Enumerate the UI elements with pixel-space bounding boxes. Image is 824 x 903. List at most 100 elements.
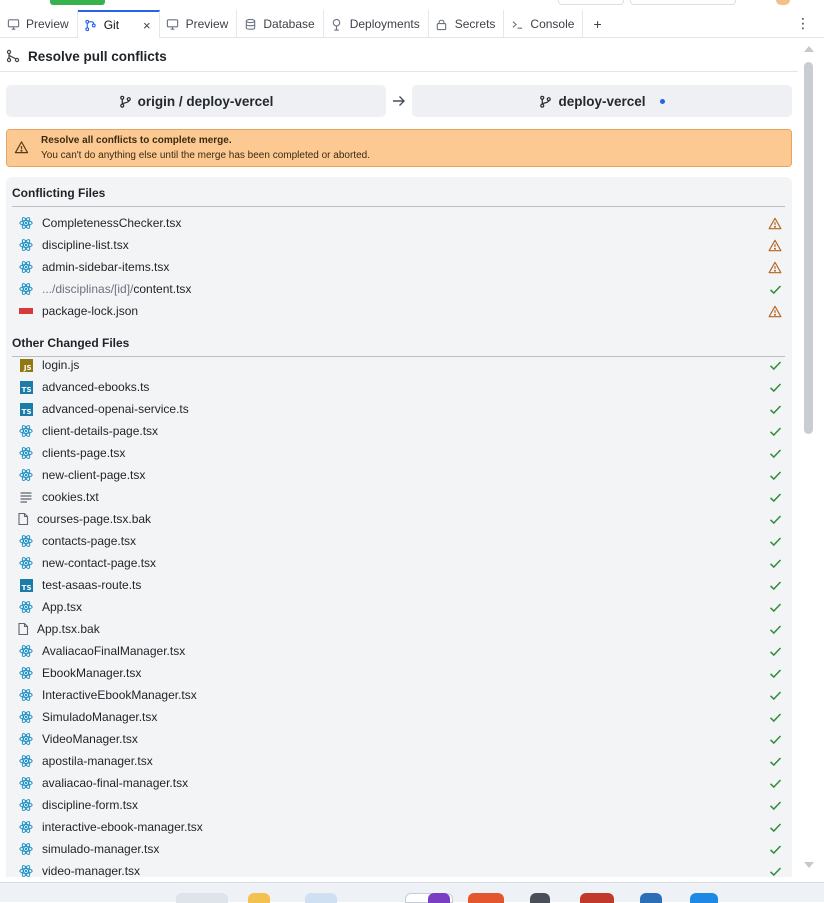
file-name: advanced-openai-service.ts	[42, 402, 767, 416]
page-title: Resolve pull conflicts	[28, 48, 167, 64]
file-name: .../disciplinas/[id]/content.tsx	[42, 282, 767, 296]
file-row[interactable]: video-manager.tsx	[12, 860, 785, 877]
file-row[interactable]: TS advanced-ebooks.ts	[12, 376, 785, 398]
react-file-icon	[19, 282, 33, 296]
lock-icon	[435, 17, 449, 31]
file-row[interactable]: App.tsx	[12, 596, 785, 618]
react-file-icon	[19, 710, 33, 724]
file-row[interactable]: courses-page.tsx.bak	[12, 508, 785, 530]
file-row[interactable]: clients-page.tsx	[12, 442, 785, 464]
react-file-icon	[19, 534, 33, 548]
file-row[interactable]: InteractiveEbookManager.tsx	[12, 684, 785, 706]
tab-git[interactable]: Git ×	[77, 10, 160, 38]
react-file-icon	[19, 842, 33, 856]
file-row[interactable]: interactive-ebook-manager.tsx	[12, 816, 785, 838]
conflicting-files-heading: Conflicting Files	[12, 186, 106, 200]
file-basename: VideoManager.tsx	[42, 732, 138, 746]
tab-label: Secrets	[454, 17, 496, 31]
react-file-icon	[19, 446, 33, 460]
file-row[interactable]: client-details-page.tsx	[12, 420, 785, 442]
react-file-icon	[19, 468, 33, 482]
file-row[interactable]: admin-sidebar-items.tsx	[12, 256, 785, 278]
file-name: App.tsx	[42, 600, 767, 614]
resolved-check-icon	[767, 358, 783, 372]
scrollbar-thumb[interactable]	[804, 62, 813, 434]
file-row[interactable]: avaliacao-final-manager.tsx	[12, 772, 785, 794]
file-row[interactable]: CompletenessChecker.tsx	[12, 212, 785, 234]
tab-label: Preview	[26, 17, 69, 31]
file-row[interactable]: package-lock.json	[12, 300, 785, 322]
ts-file-icon: TS	[19, 380, 33, 394]
file-row[interactable]: SimuladoManager.tsx	[12, 706, 785, 728]
tab-console[interactable]: Console	[504, 10, 584, 38]
file-icon	[16, 622, 30, 636]
file-name: admin-sidebar-items.tsx	[42, 260, 767, 274]
window-top-strip	[0, 0, 824, 6]
file-row[interactable]: contacts-page.tsx	[12, 530, 785, 552]
file-basename: client-details-page.tsx	[42, 424, 159, 438]
file-row[interactable]: TS test-asaas-route.ts	[12, 574, 785, 596]
file-row[interactable]: App.tsx.bak	[12, 618, 785, 640]
resolved-check-icon	[767, 732, 783, 746]
tab-label: Deployments	[349, 17, 420, 31]
close-icon[interactable]: ×	[143, 18, 151, 33]
resolved-check-icon	[767, 688, 783, 702]
arrow-right-icon	[391, 94, 407, 108]
file-row[interactable]: JS login.js	[12, 354, 785, 376]
file-row[interactable]: AvaliacaoFinalManager.tsx	[12, 640, 785, 662]
run-indicator	[50, 0, 105, 5]
file-row[interactable]: EbookManager.tsx	[12, 662, 785, 684]
scroll-up-arrow[interactable]	[804, 46, 814, 52]
file-name: new-contact-page.tsx	[42, 556, 767, 570]
tab-database[interactable]: Database	[237, 10, 324, 38]
file-row[interactable]: TS advanced-openai-service.ts	[12, 398, 785, 420]
file-basename: avaliacao-final-manager.tsx	[42, 776, 189, 790]
file-row[interactable]: discipline-form.tsx	[12, 794, 785, 816]
file-basename: video-manager.tsx	[42, 864, 141, 877]
file-row[interactable]: new-client-page.tsx	[12, 464, 785, 486]
tab-deployments[interactable]: Deployments	[324, 10, 429, 38]
source-branch: origin / deploy-vercel	[6, 85, 386, 117]
react-file-icon	[19, 238, 33, 252]
file-basename: interactive-ebook-manager.tsx	[42, 820, 203, 834]
tab-label: Git	[103, 18, 120, 32]
resolved-check-icon	[767, 556, 783, 570]
more-options-icon[interactable]: ⋮	[782, 10, 824, 37]
file-name: AvaliacaoFinalManager.tsx	[42, 644, 767, 658]
section-divider	[12, 206, 785, 207]
tab-label: Console	[530, 17, 575, 31]
file-row[interactable]: apostila-manager.tsx	[12, 750, 785, 772]
file-name: video-manager.tsx	[42, 864, 767, 877]
target-branch: deploy-vercel	[412, 85, 792, 117]
file-name: EbookManager.tsx	[42, 666, 767, 680]
tab-preview[interactable]: Preview	[0, 10, 78, 38]
tab-secrets[interactable]: Secrets	[429, 10, 505, 38]
file-row[interactable]: .../disciplinas/[id]/content.tsx	[12, 278, 785, 300]
file-row[interactable]: new-contact-page.tsx	[12, 552, 785, 574]
file-name: discipline-form.tsx	[42, 798, 767, 812]
resolved-check-icon	[767, 798, 783, 812]
file-name: VideoManager.tsx	[42, 732, 767, 746]
file-basename: discipline-form.tsx	[42, 798, 139, 812]
monitor-icon	[166, 17, 180, 31]
add-tab-button[interactable]: +	[583, 10, 611, 37]
file-basename: advanced-ebooks.ts	[42, 380, 150, 394]
file-row[interactable]: discipline-list.tsx	[12, 234, 785, 256]
tab-preview[interactable]: Preview	[160, 10, 238, 38]
file-basename: content.tsx	[133, 282, 192, 296]
file-name: clients-page.tsx	[42, 446, 767, 460]
scroll-down-arrow[interactable]	[804, 862, 814, 868]
file-name: package-lock.json	[42, 304, 767, 318]
merge-icon	[6, 49, 20, 63]
file-icon	[16, 512, 30, 526]
file-row[interactable]: cookies.txt	[12, 486, 785, 508]
resolved-check-icon	[767, 600, 783, 614]
file-path-prefix: .../disciplinas/[id]/	[42, 282, 134, 296]
file-basename: SimuladoManager.tsx	[42, 710, 158, 724]
top-control	[558, 0, 624, 5]
file-row[interactable]: VideoManager.tsx	[12, 728, 785, 750]
scrollbar[interactable]	[802, 46, 816, 874]
file-name: App.tsx.bak	[37, 622, 767, 636]
file-row[interactable]: simulado-manager.tsx	[12, 838, 785, 860]
resolved-check-icon	[767, 490, 783, 504]
